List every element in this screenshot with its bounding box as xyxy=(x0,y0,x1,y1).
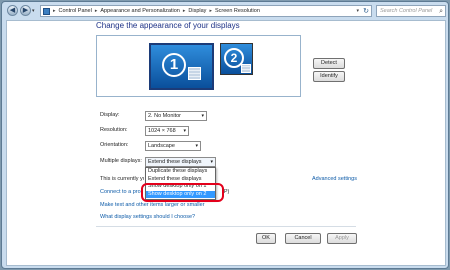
advanced-settings-link[interactable]: Advanced settings xyxy=(312,176,357,182)
cancel-button[interactable]: Cancel xyxy=(285,233,321,244)
search-icon[interactable]: ⌕ xyxy=(439,7,443,17)
breadcrumb-separator: ▸ xyxy=(182,8,186,14)
ok-button[interactable]: OK xyxy=(256,233,276,244)
detect-button[interactable]: Detect xyxy=(313,58,345,69)
address-dropdown-icon[interactable]: ▾ xyxy=(356,8,359,14)
multiple-displays-value: Extend these displays xyxy=(148,159,202,165)
monitor-2[interactable]: 2 xyxy=(220,43,253,75)
breadcrumb-appearance[interactable]: Appearance and Personalization xyxy=(100,8,180,14)
back-arrow-icon[interactable]: ◀ xyxy=(7,5,18,16)
dropdown-option-duplicate[interactable]: Duplicate these displays xyxy=(146,168,215,176)
chevron-down-icon: ▾ xyxy=(183,128,186,134)
multiple-displays-label: Multiple displays: xyxy=(100,158,142,164)
apply-button[interactable]: Apply xyxy=(327,233,357,244)
resolution-select[interactable]: 1024 × 768 ▾ xyxy=(145,126,189,136)
search-placeholder: Search Control Panel xyxy=(380,8,433,14)
resolution-value: 1024 × 768 xyxy=(148,128,176,134)
display-value: 2. No Monitor xyxy=(148,113,182,119)
chevron-down-icon: ▾ xyxy=(201,113,204,119)
status-text: This is currently yo xyxy=(100,176,144,182)
breadcrumb-screen-resolution[interactable]: Screen Resolution xyxy=(215,8,260,14)
monitor-arrangement[interactable]: 1 2 xyxy=(96,35,301,97)
search-input[interactable]: Search Control Panel ⌕ xyxy=(376,5,446,17)
page-title: Change the appearance of your displays xyxy=(96,21,240,30)
display-label: Display: xyxy=(100,112,120,118)
dropdown-option-extend[interactable]: Extend these displays xyxy=(146,176,215,184)
desktop-grid-icon xyxy=(241,64,251,73)
breadcrumb-control-panel[interactable]: Control Panel xyxy=(59,8,92,14)
which-settings-link[interactable]: What display settings should I choose? xyxy=(100,214,195,220)
orientation-select[interactable]: Landscape ▾ xyxy=(145,141,201,151)
breadcrumb-separator: ▸ xyxy=(94,8,98,14)
refresh-icon[interactable]: ↻ xyxy=(363,7,369,15)
recent-pages-chevron-icon[interactable]: ▾ xyxy=(32,8,35,14)
address-bar[interactable]: ▸ Control Panel ▸ Appearance and Persona… xyxy=(40,5,372,17)
chevron-down-icon: ▾ xyxy=(210,159,213,165)
divider xyxy=(96,226,356,227)
highlight-annotation xyxy=(141,183,224,202)
text-size-link[interactable]: Make text and other items larger or smal… xyxy=(100,202,205,208)
identify-button[interactable]: Identify xyxy=(313,71,345,82)
multiple-displays-select[interactable]: Extend these displays ▾ xyxy=(145,157,216,167)
monitor-1[interactable]: 1 xyxy=(149,43,214,90)
breadcrumb-separator: ▸ xyxy=(53,8,56,14)
orientation-label: Orientation: xyxy=(100,142,129,148)
chevron-down-icon: ▾ xyxy=(195,143,198,149)
control-panel-icon xyxy=(43,7,50,15)
breadcrumb-separator: ▸ xyxy=(209,8,212,14)
connect-projector-link[interactable]: Connect to a pro xyxy=(100,189,142,195)
resolution-label: Resolution: xyxy=(100,127,128,133)
navigation-bar: ◀ ▶ ▾ ▸ Control Panel ▸ Appearance and P… xyxy=(4,5,448,18)
forward-arrow-icon[interactable]: ▶ xyxy=(20,5,31,16)
desktop-grid-icon xyxy=(188,67,201,80)
orientation-value: Landscape xyxy=(148,143,175,149)
display-select[interactable]: 2. No Monitor ▾ xyxy=(145,111,207,121)
monitor-1-number: 1 xyxy=(162,53,186,77)
breadcrumb-display[interactable]: Display xyxy=(188,8,206,14)
